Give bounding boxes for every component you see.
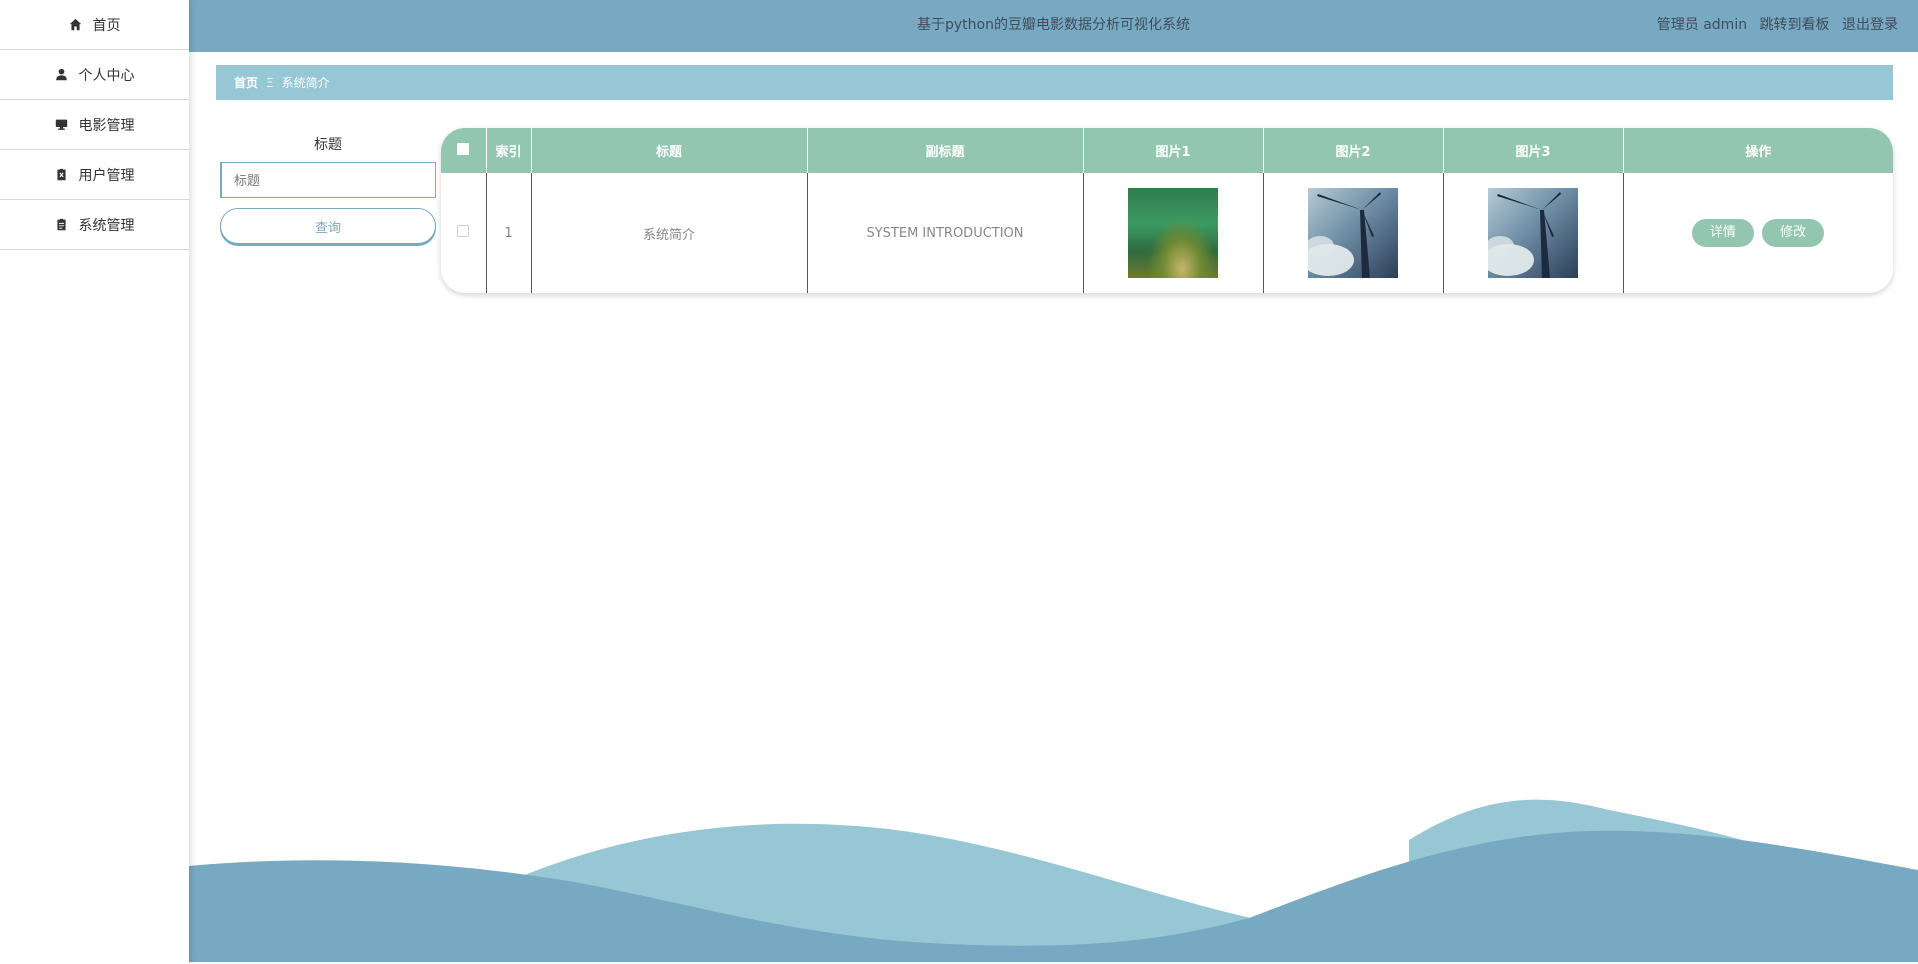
clipboard-list-icon (55, 218, 69, 232)
sidebar-item-home[interactable]: 首页 (0, 0, 189, 50)
top-bar: 基于python的豆瓣电影数据分析可视化系统 管理员 admin 跳转到看板 退… (189, 0, 1918, 52)
row-actions: 详情 修改 (1622, 173, 1893, 293)
wind-turbine-image[interactable] (1308, 188, 1398, 278)
table-row: 1 系统简介 SYSTEM INTRODUCTION 详情 修改 (441, 173, 1893, 293)
sidebar-item-label: 个人中心 (78, 67, 135, 84)
row-index: 1 (485, 173, 532, 293)
row-image3-cell (1442, 173, 1624, 293)
column-header-index: 索引 (486, 128, 532, 173)
row-subtitle: SYSTEM INTRODUCTION (806, 173, 1084, 293)
select-all-checkbox[interactable] (441, 128, 487, 173)
column-header-image3: 图片3 (1443, 128, 1624, 173)
row-image2-cell (1262, 173, 1444, 293)
breadcrumb-current: 系统简介 (281, 76, 330, 90)
user-icon (55, 68, 69, 82)
detail-button[interactable]: 详情 (1691, 219, 1754, 247)
wind-turbine-image[interactable] (1488, 188, 1578, 278)
search-panel: 标题 查询 (220, 128, 436, 244)
clipboard-x-icon (55, 168, 69, 182)
column-header-title: 标题 (531, 128, 808, 173)
moss-image[interactable] (1128, 188, 1218, 278)
sidebar-item-users[interactable]: 用户管理 (0, 150, 189, 200)
column-header-image2: 图片2 (1263, 128, 1444, 173)
checkbox-icon (457, 225, 470, 237)
monitor-icon (55, 118, 69, 132)
row-image1-cell (1082, 173, 1264, 293)
logout-link[interactable]: 退出登录 (1842, 17, 1898, 33)
header-actions: 管理员 admin 跳转到看板 退出登录 (1657, 0, 1898, 50)
sidebar-item-profile[interactable]: 个人中心 (0, 50, 189, 100)
home-icon (69, 18, 83, 32)
data-table: 索引 标题 副标题 图片1 图片2 图片3 操作 1 系统简介 SYSTEM I… (441, 128, 1893, 293)
sidebar-item-label: 首页 (92, 17, 121, 34)
breadcrumb-home[interactable]: 首页 (234, 74, 258, 91)
column-header-image1: 图片1 (1083, 128, 1264, 173)
sidebar: 首页 个人中心 电影管理 用户管理 系统管理 (0, 0, 189, 964)
edit-button[interactable]: 修改 (1762, 219, 1825, 247)
title-search-input[interactable] (220, 162, 436, 198)
sidebar-item-label: 电影管理 (78, 117, 135, 134)
column-header-actions: 操作 (1745, 145, 1772, 160)
decorative-waves (189, 799, 1918, 964)
search-button[interactable]: 查询 (220, 208, 436, 244)
row-checkbox[interactable] (441, 173, 487, 293)
sidebar-item-label: 用户管理 (78, 167, 135, 184)
breadcrumb-separator-icon: Ξ (266, 75, 274, 90)
sidebar-item-label: 系统管理 (78, 217, 135, 234)
search-label: 标题 (314, 137, 342, 153)
row-title: 系统简介 (530, 173, 808, 293)
sidebar-item-system[interactable]: 系统管理 (0, 200, 189, 250)
checkbox-icon (457, 142, 470, 155)
column-header-subtitle: 副标题 (807, 128, 1084, 173)
sidebar-item-movies[interactable]: 电影管理 (0, 100, 189, 150)
dashboard-link[interactable]: 跳转到看板 (1760, 17, 1830, 33)
current-user-label: 管理员 admin (1656, 17, 1748, 33)
table-header-row: 索引 标题 副标题 图片1 图片2 图片3 操作 (441, 128, 1893, 173)
breadcrumb: 首页 Ξ 系统简介 (216, 65, 1893, 100)
